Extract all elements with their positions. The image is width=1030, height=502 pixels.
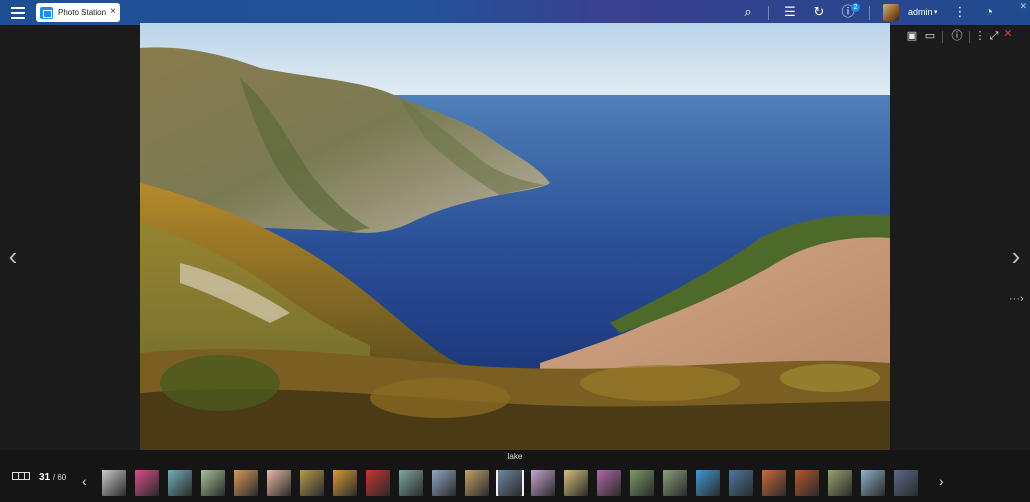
divider xyxy=(942,31,943,43)
filmstrip-thumbnail[interactable] xyxy=(762,470,786,496)
filmstrip-thumbnail[interactable] xyxy=(366,470,390,496)
photo-counter: 31 / 60 xyxy=(39,472,66,483)
more-options-icon[interactable]: ⋮ xyxy=(973,29,987,43)
landscape-photo-image xyxy=(140,23,890,450)
previous-photo-arrow[interactable]: ‹ xyxy=(3,241,23,271)
sync-icon[interactable]: ↻ xyxy=(811,4,827,20)
top-bar: Photo Station × ⌕ ☰ ↻ ⓘ 2 admin ▾ ⋮ ◔ ✕ xyxy=(0,0,1030,25)
filmstrip-thumbnail[interactable] xyxy=(333,470,357,496)
divider xyxy=(969,31,970,43)
filmstrip-thumbnail[interactable] xyxy=(135,470,159,496)
user-name-label[interactable]: admin xyxy=(908,7,933,17)
filmstrip-thumbnail[interactable] xyxy=(168,470,192,496)
current-photo-number: 31 xyxy=(39,472,51,483)
window-close-icon[interactable]: ✕ xyxy=(1019,1,1027,12)
app-tab-close-icon[interactable]: × xyxy=(110,6,116,18)
filmstrip-thumbnail[interactable] xyxy=(597,470,621,496)
display-mode-icon[interactable]: ▭ xyxy=(923,29,937,43)
next-photo-arrow[interactable]: › xyxy=(1006,241,1026,271)
filmstrip-thumbnail[interactable] xyxy=(432,470,456,496)
dashboard-icon[interactable]: ◔ xyxy=(981,4,997,20)
fullscreen-icon[interactable]: ⤢ xyxy=(987,29,1001,43)
main-menu-button[interactable] xyxy=(10,4,26,20)
filmstrip-prev-arrow[interactable]: ‹ xyxy=(82,474,87,488)
total-photo-count: / 60 xyxy=(52,473,67,482)
filmstrip-thumbnail[interactable] xyxy=(531,470,555,496)
slideshow-icon[interactable]: ▣ xyxy=(905,29,919,43)
filmstrip-thumbnail[interactable] xyxy=(300,470,324,496)
expand-panel-arrow[interactable]: ···› xyxy=(1009,293,1024,305)
filmstrip-thumbnail[interactable] xyxy=(234,470,258,496)
info-icon[interactable]: ⓘ xyxy=(950,29,964,43)
filmstrip-thumbnail[interactable] xyxy=(201,470,225,496)
filmstrip-thumbnail[interactable] xyxy=(729,470,753,496)
background-tasks-icon[interactable]: ☰ xyxy=(782,4,798,20)
thumbnail-grid-icon[interactable] xyxy=(12,472,30,480)
filmstrip-thumbnail[interactable] xyxy=(496,470,524,496)
filmstrip-thumbnail[interactable] xyxy=(564,470,588,496)
app-tab-label: Photo Station xyxy=(58,8,107,17)
filmstrip-thumbnail[interactable] xyxy=(399,470,423,496)
filmstrip-thumbnail[interactable] xyxy=(696,470,720,496)
filmstrip-thumbnail[interactable] xyxy=(663,470,687,496)
close-viewer-icon[interactable]: ✕ xyxy=(1001,27,1015,41)
divider xyxy=(869,6,870,20)
more-options-icon[interactable]: ⋮ xyxy=(952,4,968,20)
filmstrip-thumbnail[interactable] xyxy=(102,470,126,496)
filmstrip-thumbnail[interactable] xyxy=(828,470,852,496)
photo-caption: lake xyxy=(507,452,523,461)
filmstrip-thumbnail[interactable] xyxy=(894,470,918,496)
chevron-down-icon[interactable]: ▾ xyxy=(934,8,938,16)
filmstrip-thumbnail[interactable] xyxy=(630,470,654,496)
filmstrip-thumbnail[interactable] xyxy=(861,470,885,496)
filmstrip-next-arrow[interactable]: › xyxy=(939,474,944,488)
photo-station-icon xyxy=(40,6,53,19)
filmstrip-thumbnail[interactable] xyxy=(267,470,291,496)
search-icon[interactable]: ⌕ xyxy=(740,4,756,20)
divider xyxy=(768,6,769,20)
filmstrip-thumbnail[interactable] xyxy=(795,470,819,496)
user-avatar[interactable] xyxy=(883,4,899,21)
notification-count-badge: 2 xyxy=(851,3,860,12)
app-tab-photo-station[interactable]: Photo Station × xyxy=(36,3,120,22)
thumbnail-list xyxy=(102,470,928,496)
filmstrip-thumbnail[interactable] xyxy=(465,470,489,496)
main-photo xyxy=(140,23,890,450)
